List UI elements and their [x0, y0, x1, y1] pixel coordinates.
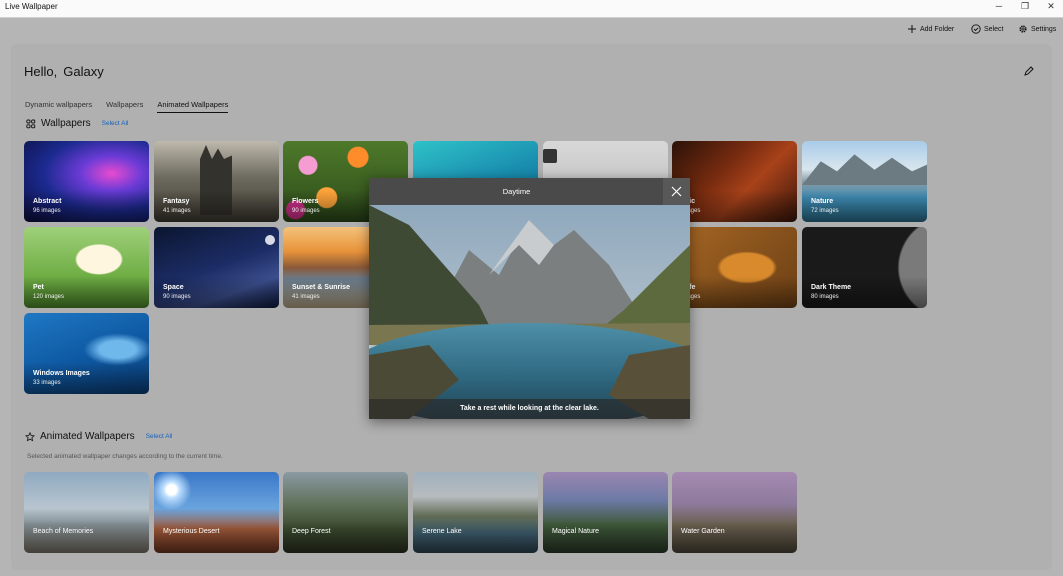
tile-count: 41 images	[292, 294, 320, 300]
add-folder-label: Add Folder	[920, 25, 955, 33]
tile-overlay	[672, 521, 797, 553]
animated-tile-lake[interactable]: Serene Lake	[413, 472, 538, 553]
wallpaper-tile-wildlife[interactable]: dlife images	[672, 227, 797, 308]
wallpapers-section-title: Wallpapers	[41, 118, 91, 129]
tile-count: 90 images	[292, 208, 320, 214]
tile-count: 90 images	[163, 294, 191, 300]
lake-landscape-image	[369, 205, 690, 419]
window-title: Live Wallpaper	[5, 2, 58, 11]
animated-tile-magical-nature[interactable]: Magical Nature	[543, 472, 668, 553]
animated-tile-desert[interactable]: Mysterious Desert	[154, 472, 279, 553]
preview-dialog: Daytime Take a rest while looking at the…	[369, 178, 690, 419]
tile-count: 72 images	[811, 208, 839, 214]
wallpapers-select-all-link[interactable]: Select All	[102, 120, 129, 127]
title-bar: Live Wallpaper ─ ❐ ✕	[0, 0, 1063, 18]
dialog-close-button[interactable]	[663, 178, 690, 205]
tile-name: Deep Forest	[292, 528, 331, 535]
tile-overlay	[24, 521, 149, 553]
tile-name: Mysterious Desert	[163, 528, 220, 535]
tab-bar: Dynamic wallpapers Wallpapers Animated W…	[25, 100, 229, 113]
dialog-caption: Take a rest while looking at the clear l…	[369, 399, 690, 419]
tab-wallpapers[interactable]: Wallpapers	[106, 100, 143, 113]
tile-overlay	[672, 276, 797, 308]
animated-tile-forest[interactable]: Deep Forest	[283, 472, 408, 553]
animated-section-title: Animated Wallpapers	[40, 431, 135, 442]
tile-name: Dark Theme	[811, 284, 852, 291]
tile-overlay	[802, 276, 927, 308]
wallpaper-tile-windows[interactable]: Windows Images 33 images	[24, 313, 149, 394]
dialog-header: Daytime	[369, 178, 690, 205]
tile-count: 120 images	[33, 294, 65, 300]
tile-overlay	[283, 521, 408, 553]
settings-button[interactable]: Settings	[1018, 22, 1056, 36]
tile-overlay	[154, 190, 279, 222]
check-circle-icon	[971, 24, 981, 34]
select-label: Select	[984, 25, 1004, 33]
dialog-title: Daytime	[502, 187, 531, 196]
tile-count: 41 images	[163, 208, 191, 214]
wallpaper-tile-abstract[interactable]: Abstract 96 images	[24, 141, 149, 222]
tile-name: Space	[163, 284, 184, 291]
wallpapers-section-header: Wallpapers Select All	[26, 118, 128, 129]
tile-count: 80 images	[811, 294, 839, 300]
greeting-hello: Hello,	[24, 64, 58, 79]
animated-section-header: Animated Wallpapers Select All	[25, 431, 172, 442]
animated-section-subtitle: Selected animated wallpaper changes acco…	[27, 453, 223, 460]
tile-overlay	[543, 521, 668, 553]
tab-animated-wallpapers[interactable]: Animated Wallpapers	[157, 100, 229, 113]
tile-name: Fantasy	[163, 198, 190, 205]
close-icon	[671, 186, 682, 197]
greeting-name: Galaxy	[63, 64, 104, 79]
tile-name: Serene Lake	[422, 528, 462, 535]
tab-dynamic-wallpapers[interactable]: Dynamic wallpapers	[25, 100, 92, 113]
tile-name: Abstract	[33, 198, 62, 205]
tile-count: 96 images	[33, 208, 61, 214]
tile-overlay	[24, 190, 149, 222]
settings-label: Settings	[1031, 25, 1057, 33]
tile-name: Flowers	[292, 198, 319, 205]
animated-tile-beach[interactable]: Beach of Memories	[24, 472, 149, 553]
pencil-icon[interactable]	[1023, 65, 1035, 77]
tile-overlay	[672, 190, 797, 222]
tile-overlay	[413, 521, 538, 553]
tile-name: Beach of Memories	[33, 528, 94, 535]
tile-overlay	[24, 362, 149, 394]
grid-icon	[26, 119, 36, 128]
wallpaper-tile-nature[interactable]: Nature 72 images	[802, 141, 927, 222]
tile-overlay	[154, 276, 279, 308]
animated-select-all-link[interactable]: Select All	[146, 433, 173, 440]
animated-tile-water-garden[interactable]: Water Garden	[672, 472, 797, 553]
select-button[interactable]: Select	[971, 22, 1003, 36]
wallpaper-tile-dark-theme[interactable]: Dark Theme 80 images	[802, 227, 927, 308]
tile-name: Windows Images	[33, 370, 90, 377]
tile-name: Nature	[811, 198, 834, 205]
wallpaper-tile-pet[interactable]: Pet 120 images	[24, 227, 149, 308]
tile-count: 33 images	[33, 380, 61, 386]
toolbar: Add Folder Select Settings	[0, 18, 1063, 40]
restore-button[interactable]: ❐	[1013, 0, 1037, 18]
close-window-button[interactable]: ✕	[1039, 0, 1063, 18]
minimize-button[interactable]: ─	[987, 0, 1011, 18]
tile-name: Pet	[33, 284, 44, 291]
tile-name: Magical Nature	[552, 528, 600, 535]
wallpaper-tile-fantasy[interactable]: Fantasy 41 images	[154, 141, 279, 222]
tile-name: Sunset & Sunrise	[292, 284, 350, 291]
add-folder-button[interactable]: Add Folder	[907, 22, 954, 36]
tile-name: Water Garden	[681, 528, 725, 535]
preview-image: Take a rest while looking at the clear l…	[369, 205, 690, 419]
wallpaper-tile-music[interactable]: usic images	[672, 141, 797, 222]
greeting: Hello, Galaxy	[24, 64, 110, 79]
gear-icon	[1019, 25, 1027, 33]
tile-overlay	[24, 276, 149, 308]
star-icon	[25, 431, 35, 441]
wallpaper-tile-space[interactable]: Space 90 images	[154, 227, 279, 308]
plus-icon	[908, 25, 916, 33]
tile-overlay	[154, 521, 279, 553]
tile-overlay	[802, 190, 927, 222]
